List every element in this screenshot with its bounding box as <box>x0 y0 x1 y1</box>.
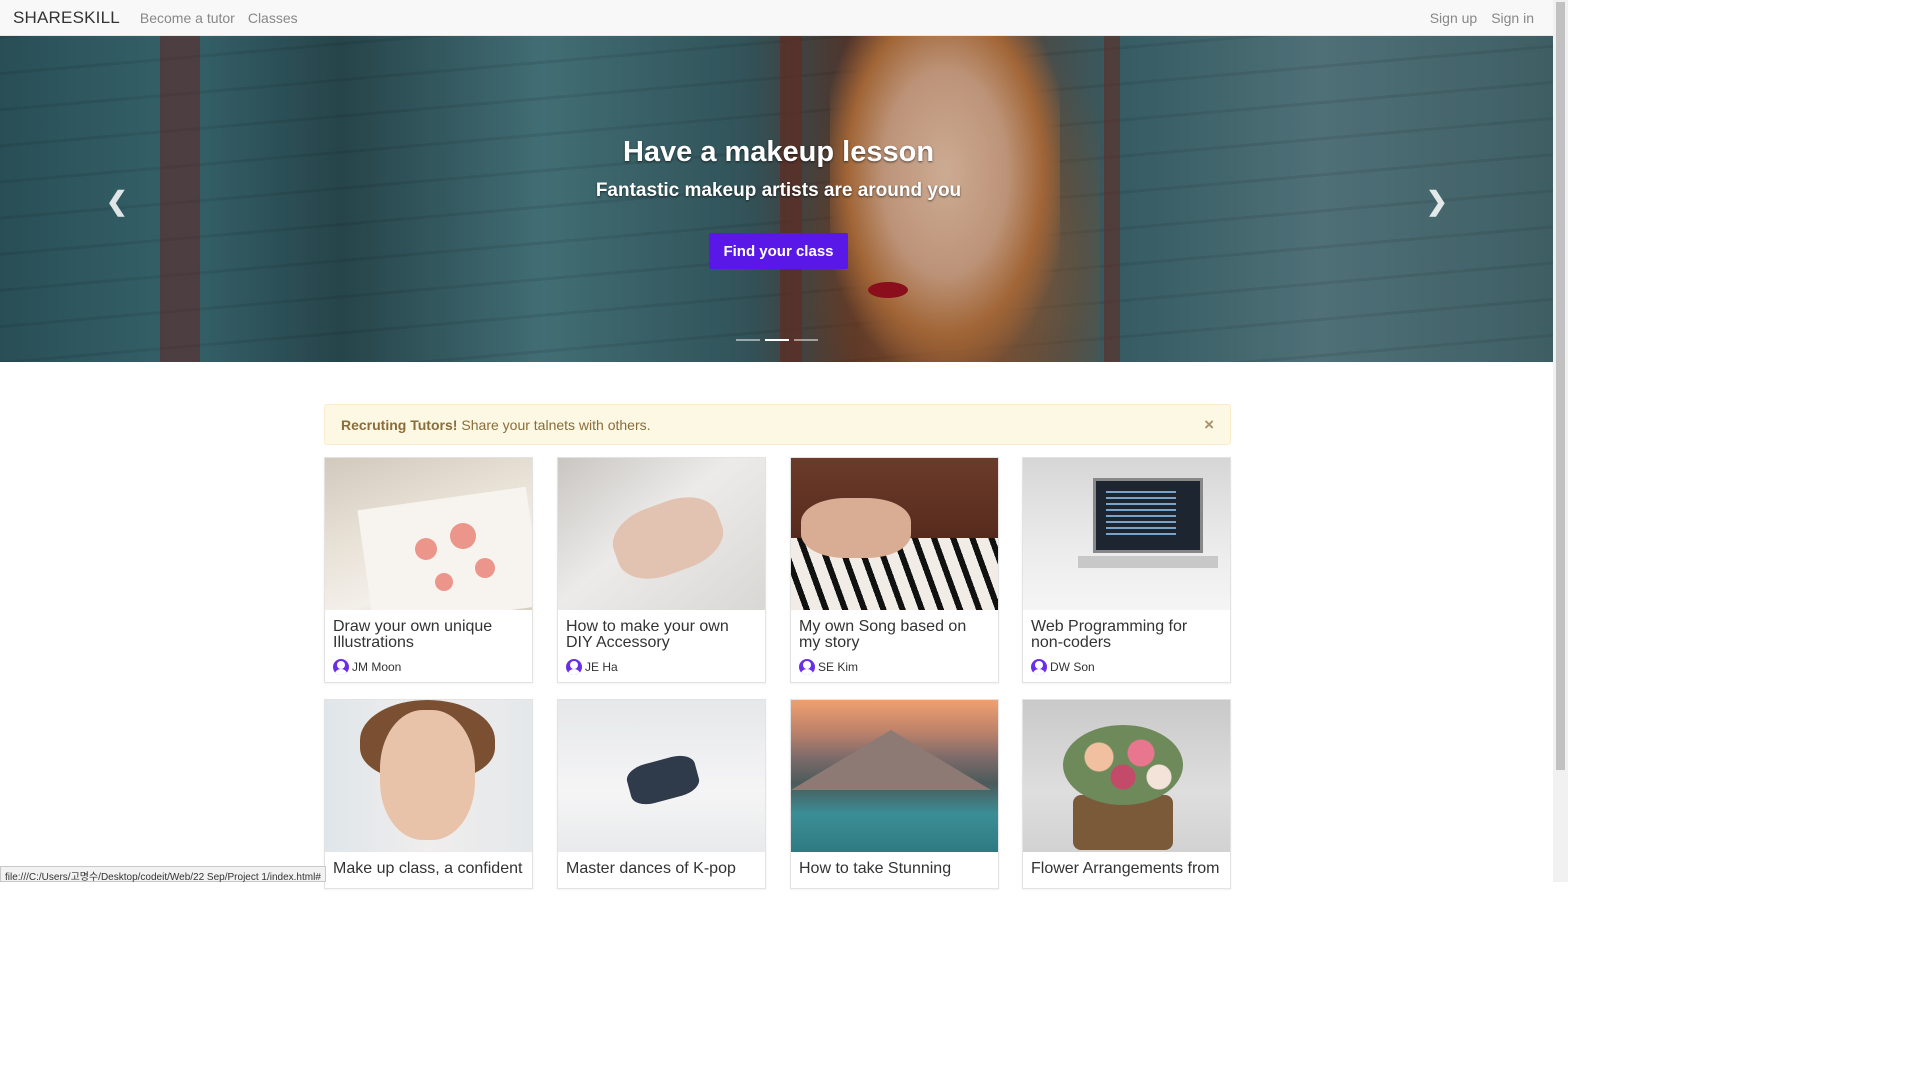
card-author: SE Kim <box>791 651 998 675</box>
card-title: How to make your own DIY Accessory <box>566 618 729 651</box>
nav-left-links: Become a tutor Classes <box>127 10 298 26</box>
author-name: DW Son <box>1050 660 1095 674</box>
nav-sign-in[interactable]: Sign in <box>1491 10 1534 26</box>
class-card[interactable]: How to take Stunning <box>790 699 999 889</box>
alert-strong-text: Recruting Tutors! <box>341 416 458 433</box>
card-image <box>791 700 998 852</box>
card-title: My own Song based on my story <box>799 618 967 651</box>
hero-title: Have a makeup lesson <box>622 136 935 168</box>
carousel-indicator-1[interactable] <box>736 339 760 341</box>
hero-carousel: Have a makeup lesson Fantastic makeup ar… <box>0 36 1553 362</box>
class-card[interactable]: My own Song based on my story SE Kim <box>790 457 999 683</box>
card-title: Web Programming for non-coders <box>1031 618 1188 651</box>
author-name: JM Moon <box>352 660 402 674</box>
carousel-indicator-3[interactable] <box>794 339 818 341</box>
close-icon[interactable]: × <box>1204 415 1214 435</box>
card-image <box>1023 458 1230 610</box>
nav-right-links: Sign up Sign in <box>1430 10 1534 26</box>
author-name: JE Ha <box>585 660 618 674</box>
card-title: Draw your own unique Illustrations <box>333 618 493 651</box>
brand-logo[interactable]: SHARESKILL <box>13 8 120 28</box>
avatar-icon <box>799 659 815 675</box>
card-author: DW Son <box>1023 651 1230 675</box>
class-card[interactable]: How to make your own DIY Accessory JE Ha <box>557 457 766 683</box>
scrollbar-thumb[interactable] <box>1556 2 1565 770</box>
carousel-indicator-2[interactable] <box>765 339 789 341</box>
nav-become-tutor[interactable]: Become a tutor <box>140 10 235 26</box>
card-title: Master dances of K-pop <box>566 860 736 877</box>
card-title: Flower Arrangements from <box>1031 860 1220 877</box>
class-card[interactable]: Master dances of K-pop <box>557 699 766 889</box>
find-class-button[interactable]: Find your class <box>709 233 848 269</box>
recruit-alert: Recruting Tutors! Share your talnets wit… <box>324 404 1231 445</box>
class-card[interactable]: Flower Arrangements from <box>1022 699 1231 889</box>
avatar-icon <box>333 659 349 675</box>
navbar: SHARESKILL Become a tutor Classes Sign u… <box>0 0 1553 36</box>
nav-sign-up[interactable]: Sign up <box>1430 10 1477 26</box>
class-card[interactable]: Draw your own unique Illustrations JM Mo… <box>324 457 533 683</box>
class-card[interactable]: Make up class, a confident <box>324 699 533 889</box>
card-image <box>558 458 765 610</box>
chevron-right-icon[interactable]: ❯ <box>1426 186 1448 217</box>
alert-text: Share your talnets with others. <box>461 416 651 433</box>
chevron-left-icon[interactable]: ❮ <box>106 186 128 217</box>
card-image <box>325 700 532 852</box>
card-title: Make up class, a confident <box>333 860 523 877</box>
card-image <box>1023 700 1230 852</box>
card-author: JE Ha <box>558 651 765 675</box>
class-card[interactable]: Web Programming for non-coders DW Son <box>1022 457 1231 683</box>
browser-status-bar: file:///C:/Users/고명수/Desktop/codeit/Web/… <box>0 866 326 883</box>
card-title: How to take Stunning <box>799 860 952 877</box>
page-scrollbar[interactable] <box>1553 0 1568 882</box>
avatar-icon <box>1031 659 1047 675</box>
card-image <box>791 458 998 610</box>
author-name: SE Kim <box>818 660 859 674</box>
card-author: JM Moon <box>325 651 532 675</box>
carousel-indicators <box>736 339 818 341</box>
card-image <box>558 700 765 852</box>
card-image <box>325 458 532 610</box>
hero-subtitle: Fantastic makeup artists are around you <box>595 180 962 201</box>
avatar-icon <box>566 659 582 675</box>
nav-classes[interactable]: Classes <box>248 10 298 26</box>
